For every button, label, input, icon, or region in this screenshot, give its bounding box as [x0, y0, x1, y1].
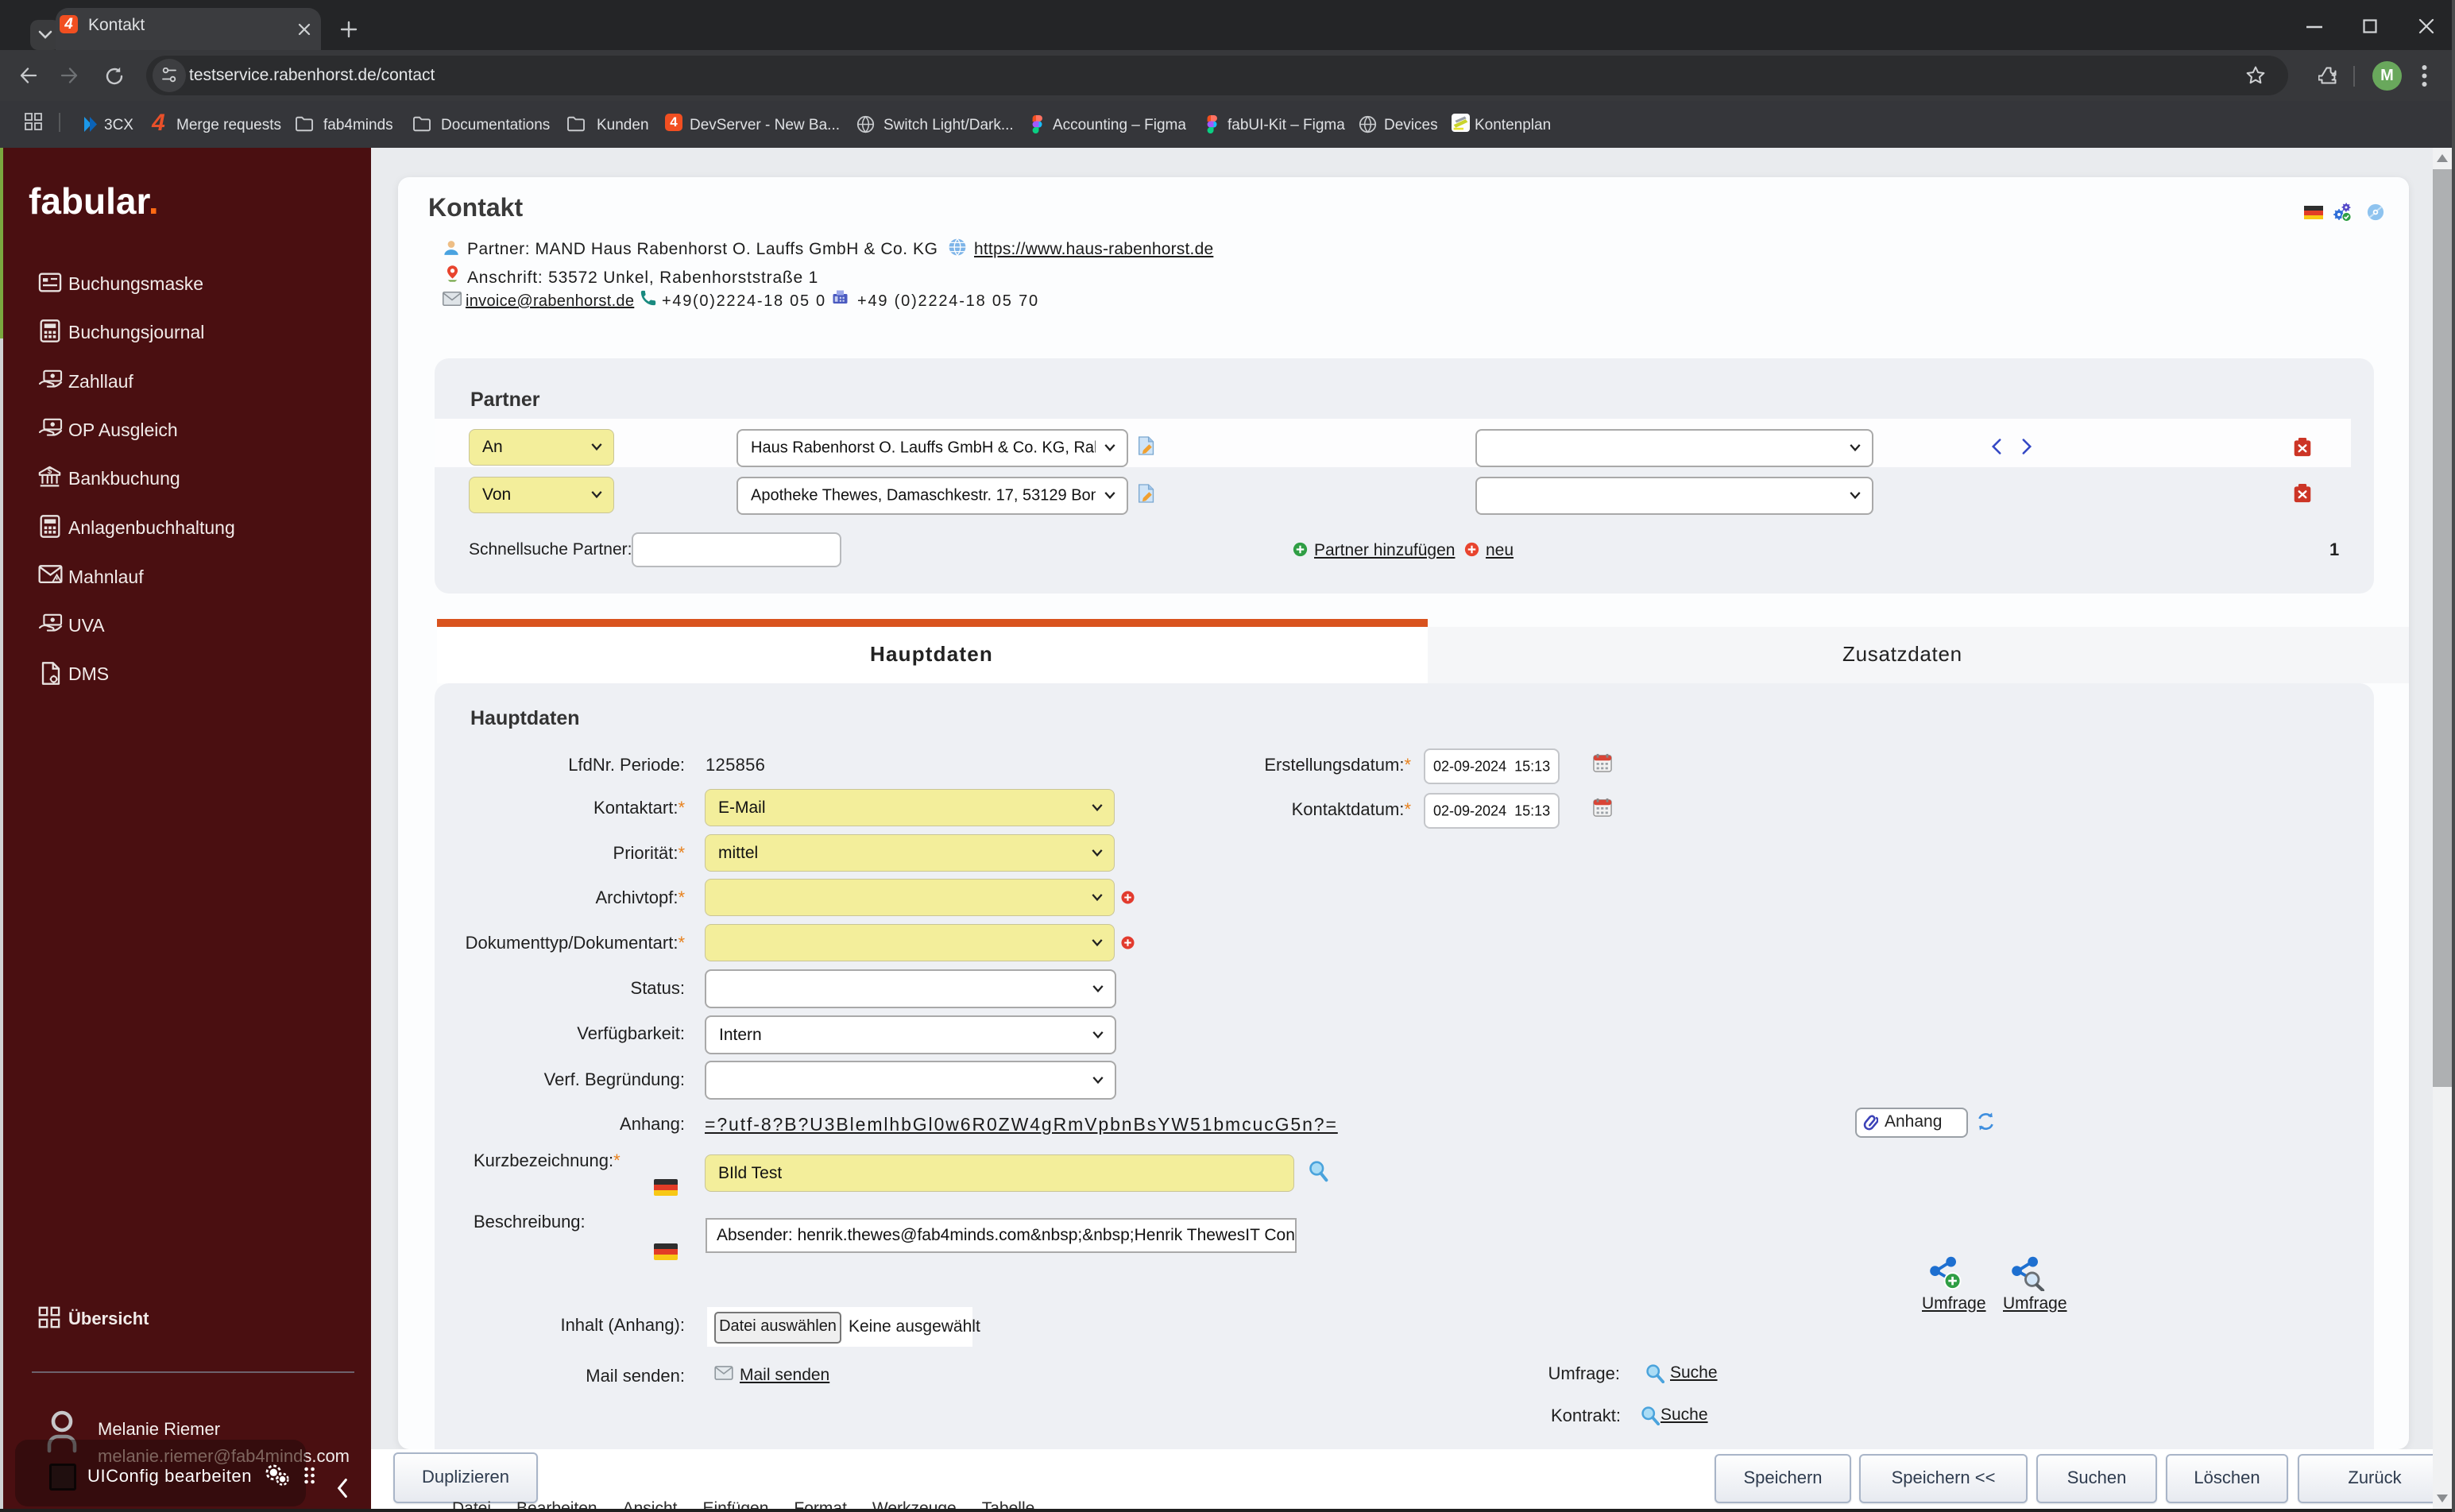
- svg-text:$: $: [48, 467, 52, 476]
